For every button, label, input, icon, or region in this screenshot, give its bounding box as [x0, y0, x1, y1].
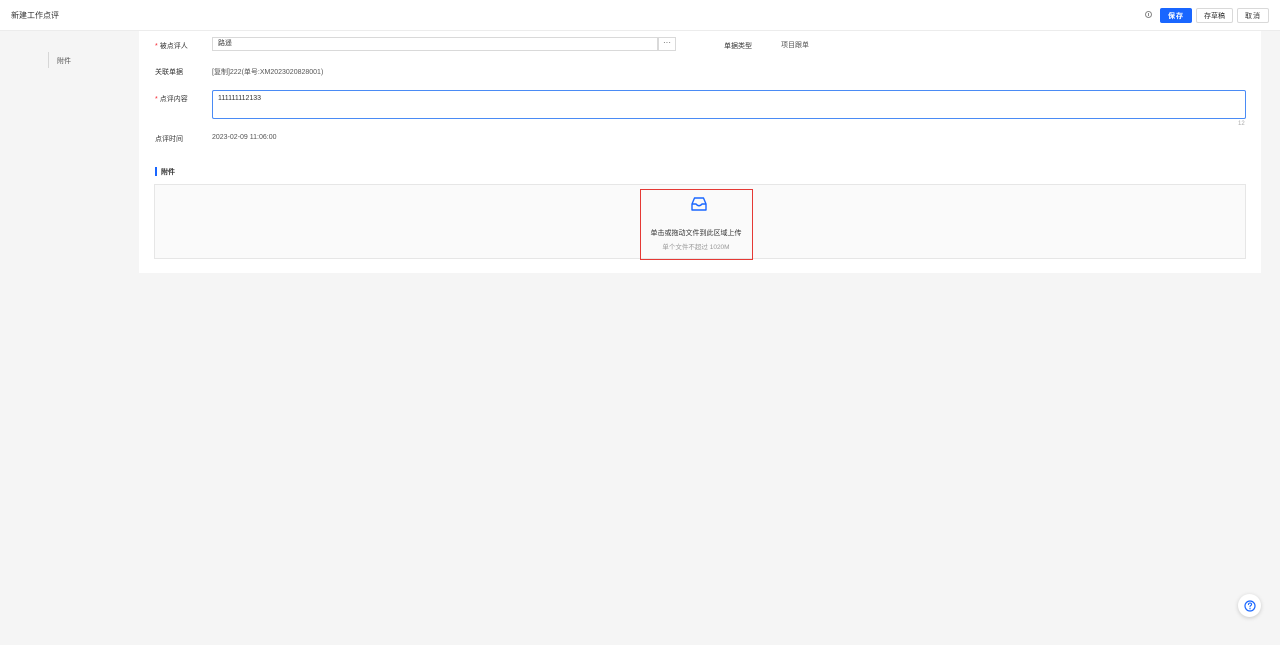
reviewee-label: * 被点评人 — [155, 43, 188, 50]
inbox-icon — [691, 197, 707, 211]
reviewee-input[interactable]: 路遥 — [212, 37, 658, 51]
related-doc-label: 关联单据 — [155, 69, 183, 76]
time-label: 点评时间 — [155, 136, 183, 143]
content-textarea[interactable]: 111111112133 — [212, 90, 1246, 119]
side-nav: 附件 — [48, 52, 71, 68]
content-label: * 点评内容 — [155, 96, 188, 103]
required-mark: * — [155, 43, 158, 50]
section-accent-bar — [155, 167, 157, 176]
cancel-button[interactable]: 取消 — [1237, 8, 1269, 23]
required-mark: * — [155, 96, 158, 103]
side-nav-item-attachment[interactable]: 附件 — [57, 56, 71, 66]
save-button[interactable]: 保存 — [1160, 8, 1192, 23]
upload-highlight-box: 单击或拖动文件到此区域上传 单个文件不超过 1020M — [640, 189, 753, 260]
doc-type-value: 项目跟单 — [781, 42, 809, 49]
attachment-section-title: 附件 — [161, 169, 175, 176]
doc-type-label: 单据类型 — [724, 43, 752, 50]
upload-size-hint: 单个文件不超过 1020M — [662, 244, 730, 251]
related-doc-value[interactable]: [复制]222(单号:XM2023020828001) — [212, 67, 323, 77]
question-icon — [1243, 599, 1256, 612]
save-draft-button[interactable]: 存草稿 — [1196, 8, 1233, 23]
page-title: 新建工作点评 — [11, 11, 59, 20]
upload-instruction: 单击或拖动文件到此区域上传 — [650, 230, 742, 237]
form-panel: * 被点评人 路遥 ··· 单据类型 项目跟单 关联单据 [复制]222(单号:X… — [139, 31, 1261, 273]
top-bar: 新建工作点评 保存 存草稿 取消 — [0, 0, 1280, 31]
info-icon[interactable] — [1145, 11, 1152, 18]
content-char-count: 12 — [1238, 121, 1245, 127]
time-value: 2023-02-09 11:06:00 — [212, 134, 277, 141]
select-reviewee-button[interactable]: ··· — [658, 37, 676, 51]
help-button[interactable] — [1238, 594, 1261, 617]
upload-dropzone[interactable]: 单击或拖动文件到此区域上传 单个文件不超过 1020M — [154, 184, 1246, 260]
